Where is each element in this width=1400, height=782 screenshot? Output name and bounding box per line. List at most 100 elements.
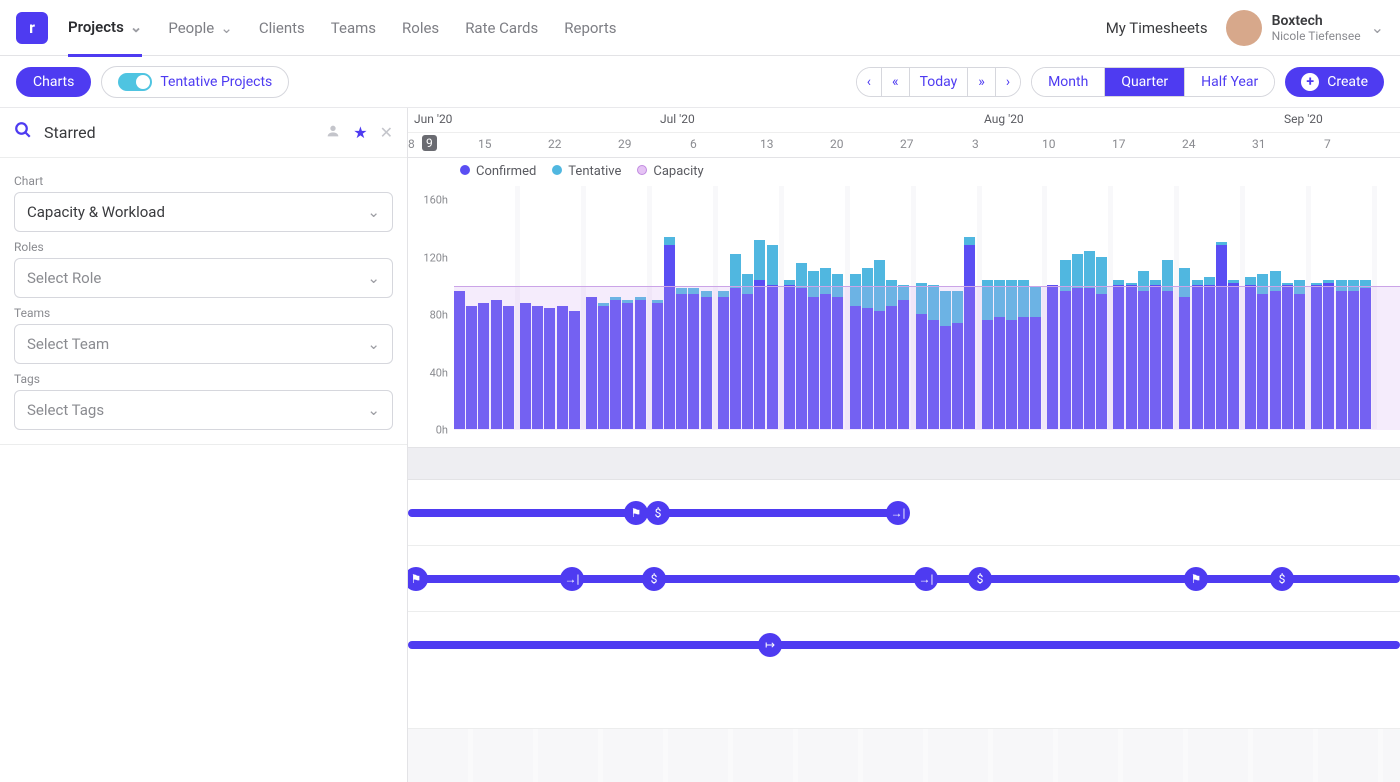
confirmed-projects-header: Confirmed Projects bbox=[408, 448, 1400, 480]
chevron-down-icon: ⌄ bbox=[367, 335, 380, 353]
milestone-node[interactable]: $ bbox=[646, 501, 670, 525]
nav-item-projects[interactable]: Projects⌄ bbox=[68, 0, 142, 57]
y-tick: 120h bbox=[423, 251, 448, 264]
milestone-node[interactable]: ↦ bbox=[758, 633, 782, 657]
date-nav-group: ‹ « Today » › bbox=[856, 67, 1021, 97]
milestone-node[interactable]: $ bbox=[1270, 567, 1294, 591]
project-timeline[interactable]: ↦ bbox=[408, 612, 1400, 660]
day-label: 31 bbox=[1252, 137, 1266, 151]
legend-capacity: Capacity bbox=[653, 164, 703, 179]
next-button[interactable]: › bbox=[996, 68, 1020, 96]
timeline-footer bbox=[408, 728, 1400, 782]
tentative-projects-toggle[interactable]: Tentative Projects bbox=[101, 66, 289, 98]
company-name: Boxtech bbox=[1272, 13, 1361, 29]
clear-search-icon[interactable]: ✕ bbox=[380, 123, 393, 142]
nav-item-reports[interactable]: Reports bbox=[564, 1, 616, 55]
legend-tentative: Tentative bbox=[568, 164, 621, 179]
milestone-node[interactable]: ⚑ bbox=[408, 567, 428, 591]
avatar bbox=[1226, 10, 1262, 46]
filter-panel: Chart Capacity & Workload⌄ Roles Select … bbox=[0, 158, 407, 445]
create-button[interactable]: + Create bbox=[1285, 67, 1384, 97]
range-month[interactable]: Month bbox=[1032, 68, 1105, 96]
month-label: Jul '20 bbox=[660, 112, 695, 126]
range-group: MonthQuarterHalf Year bbox=[1031, 67, 1275, 97]
day-label: 13 bbox=[760, 137, 774, 151]
milestone-node[interactable]: ⚑ bbox=[1184, 567, 1208, 591]
user-menu[interactable]: Boxtech Nicole Tiefensee ⌄ bbox=[1226, 10, 1384, 46]
project-row: 3MWebsite Build3M⋮★⌄⚑$→| bbox=[408, 480, 1400, 546]
my-timesheets-link[interactable]: My Timesheets bbox=[1106, 19, 1208, 37]
chart-select[interactable]: Capacity & Workload⌄ bbox=[14, 192, 393, 232]
top-nav: r Projects⌄ People⌄ Clients Teams Roles Rate … bbox=[0, 0, 1400, 56]
project-timeline[interactable]: ⚑$ →| bbox=[408, 480, 1400, 545]
milestone-node[interactable]: $ bbox=[968, 567, 992, 591]
nav-item-people[interactable]: People⌄ bbox=[168, 1, 232, 55]
project-rows: 3MWebsite Build3M⋮★⌄⚑$→|ABWebsite Design… bbox=[408, 480, 1400, 660]
chart-area: 0h40h80h120h160h Confirmed Tentative Cap… bbox=[408, 158, 1400, 448]
toolbar: Charts Tentative Projects ‹ « Today » › … bbox=[0, 56, 1400, 108]
star-filter-icon[interactable]: ★ bbox=[353, 123, 367, 142]
month-label: Sep '20 bbox=[1284, 112, 1323, 126]
day-label: 6 bbox=[690, 137, 697, 151]
y-tick: 40h bbox=[430, 366, 448, 379]
y-tick: 0h bbox=[436, 424, 448, 437]
chart-legend: Confirmed Tentative Capacity bbox=[460, 164, 704, 179]
legend-dot-tentative bbox=[552, 165, 562, 175]
legend-confirmed: Confirmed bbox=[476, 164, 536, 179]
day-label: 7 bbox=[1324, 137, 1331, 151]
create-label: Create bbox=[1327, 74, 1368, 90]
day-label: 29 bbox=[618, 137, 632, 151]
y-axis: 0h40h80h120h160h bbox=[408, 158, 454, 447]
y-tick: 80h bbox=[430, 309, 448, 322]
nav-item-rate-cards[interactable]: Rate Cards bbox=[465, 1, 538, 55]
chart-select-value: Capacity & Workload bbox=[27, 203, 165, 221]
chevron-down-icon: ⌄ bbox=[220, 19, 233, 37]
legend-dot-confirmed bbox=[460, 165, 470, 175]
day-label: 15 bbox=[478, 137, 492, 151]
chevron-down-icon: ⌄ bbox=[367, 269, 380, 287]
sidebar: Starred ★ ✕ Chart Capacity & Workload⌄ R… bbox=[0, 108, 408, 782]
nav-item-roles[interactable]: Roles bbox=[402, 1, 439, 55]
search-row: Starred ★ ✕ bbox=[0, 108, 407, 158]
milestone-node[interactable]: →| bbox=[886, 501, 910, 525]
milestone-node[interactable]: →| bbox=[560, 567, 584, 591]
milestone-node[interactable]: →| bbox=[914, 567, 938, 591]
prev-button[interactable]: ‹ bbox=[857, 68, 882, 96]
day-label: 27 bbox=[900, 137, 914, 151]
day-label: 22 bbox=[548, 137, 562, 151]
search-input[interactable]: Starred bbox=[44, 123, 313, 142]
chart-plot: Confirmed Tentative Capacity bbox=[454, 158, 1400, 447]
month-label: Aug '20 bbox=[984, 112, 1024, 126]
app-logo[interactable]: r bbox=[16, 12, 48, 44]
toggle-switch-icon bbox=[118, 73, 152, 91]
last-button[interactable]: » bbox=[968, 68, 996, 96]
tags-select[interactable]: Select Tags⌄ bbox=[14, 390, 393, 430]
filter-teams-label: Teams bbox=[14, 306, 393, 320]
timeline-bar[interactable] bbox=[408, 641, 1400, 649]
charts-button[interactable]: Charts bbox=[16, 67, 91, 97]
user-name: Nicole Tiefensee bbox=[1272, 29, 1361, 43]
tentative-projects-label: Tentative Projects bbox=[160, 74, 272, 90]
roles-select[interactable]: Select Role⌄ bbox=[14, 258, 393, 298]
day-label: 3 bbox=[972, 137, 979, 151]
first-button[interactable]: « bbox=[882, 68, 910, 96]
search-icon[interactable] bbox=[14, 121, 32, 144]
plus-icon: + bbox=[1301, 73, 1319, 91]
person-filter-icon[interactable] bbox=[325, 123, 341, 143]
range-quarter[interactable]: Quarter bbox=[1105, 68, 1185, 96]
main-panel: Jun '20Jul '20Aug '20Sep '20 89152229613… bbox=[408, 108, 1400, 782]
teams-select[interactable]: Select Team ⌄ bbox=[14, 324, 393, 364]
nav-item-clients[interactable]: Clients bbox=[259, 1, 305, 55]
project-timeline[interactable]: ⚑ →| $ →| $ ⚑ $ bbox=[408, 546, 1400, 611]
timeline-bar[interactable] bbox=[408, 575, 1400, 583]
project-row: ABWebsite Design ProjectAll Blacks⋮★⌄⚑→|… bbox=[408, 546, 1400, 612]
tags-select-placeholder: Select Tags bbox=[27, 401, 104, 419]
milestone-node[interactable]: $ bbox=[642, 567, 666, 591]
today-button[interactable]: Today bbox=[910, 68, 969, 96]
timeline-header: Jun '20Jul '20Aug '20Sep '20 89152229613… bbox=[408, 108, 1400, 158]
teams-select-placeholder: Select Team bbox=[27, 335, 109, 353]
range-half-year[interactable]: Half Year bbox=[1185, 68, 1274, 96]
nav-item-teams[interactable]: Teams bbox=[331, 1, 376, 55]
day-label: 20 bbox=[830, 137, 844, 151]
milestone-node[interactable]: ⚑ bbox=[624, 501, 648, 525]
